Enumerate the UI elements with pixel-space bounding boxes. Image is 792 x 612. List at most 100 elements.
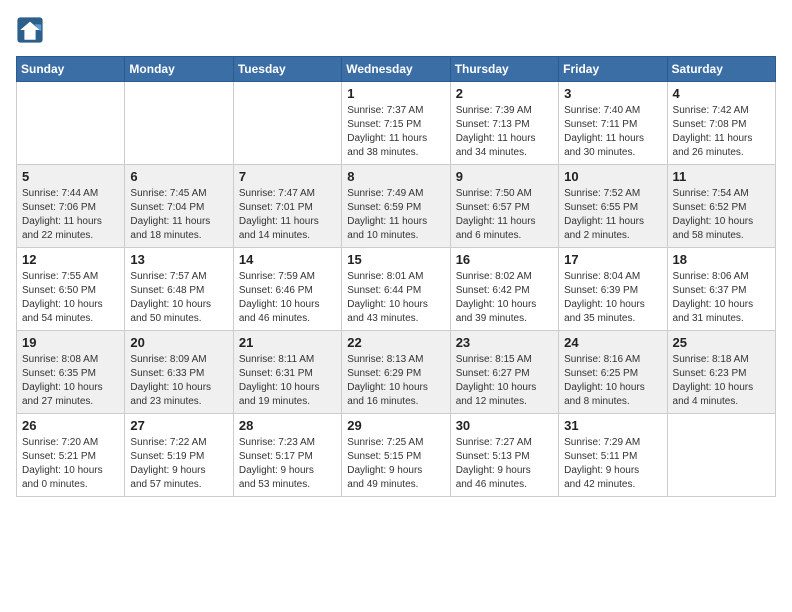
day-info: Sunrise: 7:37 AM Sunset: 7:15 PM Dayligh… <box>347 104 444 160</box>
day-info: Sunrise: 8:15 AM Sunset: 6:27 PM Dayligh… <box>456 353 553 409</box>
day-info: Sunrise: 7:57 AM Sunset: 6:48 PM Dayligh… <box>130 270 227 326</box>
day-number: 21 <box>239 335 336 350</box>
day-info: Sunrise: 7:22 AM Sunset: 5:19 PM Dayligh… <box>130 436 227 492</box>
day-info: Sunrise: 7:54 AM Sunset: 6:52 PM Dayligh… <box>673 187 770 243</box>
day-number: 4 <box>673 86 770 101</box>
weekday-header-saturday: Saturday <box>667 57 775 82</box>
day-info: Sunrise: 7:29 AM Sunset: 5:11 PM Dayligh… <box>564 436 661 492</box>
page-header <box>16 16 776 44</box>
calendar-cell: 6 Sunrise: 7:45 AM Sunset: 7:04 PM Daylig… <box>125 165 233 248</box>
calendar-cell: 25 Sunrise: 8:18 AM Sunset: 6:23 PM Dayli… <box>667 331 775 414</box>
calendar-cell: 12Sunrise: 7:55 AM Sunset: 6:50 PM Dayli… <box>17 248 125 331</box>
day-info: Sunrise: 7:40 AM Sunset: 7:11 PM Dayligh… <box>564 104 661 160</box>
day-info: Sunrise: 7:45 AM Sunset: 7:04 PM Dayligh… <box>130 187 227 243</box>
calendar-cell: 14 Sunrise: 7:59 AM Sunset: 6:46 PM Dayli… <box>233 248 341 331</box>
calendar-cell: 29 Sunrise: 7:25 AM Sunset: 5:15 PM Dayli… <box>342 414 450 497</box>
logo <box>16 16 46 44</box>
day-number: 6 <box>130 169 227 184</box>
day-info: Sunrise: 7:47 AM Sunset: 7:01 PM Dayligh… <box>239 187 336 243</box>
day-number: 31 <box>564 418 661 433</box>
calendar-cell: 9 Sunrise: 7:50 AM Sunset: 6:57 PM Daylig… <box>450 165 558 248</box>
day-number: 30 <box>456 418 553 433</box>
calendar-cell: 23 Sunrise: 8:15 AM Sunset: 6:27 PM Dayli… <box>450 331 558 414</box>
day-info: Sunrise: 7:27 AM Sunset: 5:13 PM Dayligh… <box>456 436 553 492</box>
day-number: 14 <box>239 252 336 267</box>
calendar-cell: 8Sunrise: 7:49 AM Sunset: 6:59 PM Daylig… <box>342 165 450 248</box>
day-info: Sunrise: 8:11 AM Sunset: 6:31 PM Dayligh… <box>239 353 336 409</box>
day-number: 23 <box>456 335 553 350</box>
day-number: 17 <box>564 252 661 267</box>
day-number: 29 <box>347 418 444 433</box>
calendar-cell: 7 Sunrise: 7:47 AM Sunset: 7:01 PM Daylig… <box>233 165 341 248</box>
day-number: 2 <box>456 86 553 101</box>
day-info: Sunrise: 8:08 AM Sunset: 6:35 PM Dayligh… <box>22 353 119 409</box>
day-number: 7 <box>239 169 336 184</box>
day-number: 27 <box>130 418 227 433</box>
day-number: 13 <box>130 252 227 267</box>
day-number: 8 <box>347 169 444 184</box>
calendar-table: SundayMondayTuesdayWednesdayThursdayFrid… <box>16 56 776 497</box>
day-number: 22 <box>347 335 444 350</box>
calendar-cell: 26 Sunrise: 7:20 AM Sunset: 5:21 PM Dayli… <box>17 414 125 497</box>
day-number: 19 <box>22 335 119 350</box>
day-info: Sunrise: 8:02 AM Sunset: 6:42 PM Dayligh… <box>456 270 553 326</box>
calendar-cell: 16 Sunrise: 8:02 AM Sunset: 6:42 PM Dayli… <box>450 248 558 331</box>
calendar-cell: 24 Sunrise: 8:16 AM Sunset: 6:25 PM Dayli… <box>559 331 667 414</box>
day-number: 12 <box>22 252 119 267</box>
day-number: 3 <box>564 86 661 101</box>
day-number: 20 <box>130 335 227 350</box>
day-info: Sunrise: 8:09 AM Sunset: 6:33 PM Dayligh… <box>130 353 227 409</box>
day-number: 18 <box>673 252 770 267</box>
weekday-header-wednesday: Wednesday <box>342 57 450 82</box>
weekday-header-monday: Monday <box>125 57 233 82</box>
calendar-cell: 4 Sunrise: 7:42 AM Sunset: 7:08 PM Daylig… <box>667 82 775 165</box>
day-number: 9 <box>456 169 553 184</box>
calendar-week-1: 1 Sunrise: 7:37 AM Sunset: 7:15 PM Daylig… <box>17 82 776 165</box>
calendar-cell <box>233 82 341 165</box>
day-info: Sunrise: 8:18 AM Sunset: 6:23 PM Dayligh… <box>673 353 770 409</box>
day-info: Sunrise: 8:06 AM Sunset: 6:37 PM Dayligh… <box>673 270 770 326</box>
day-info: Sunrise: 8:13 AM Sunset: 6:29 PM Dayligh… <box>347 353 444 409</box>
calendar-cell <box>125 82 233 165</box>
calendar-cell: 15 Sunrise: 8:01 AM Sunset: 6:44 PM Dayli… <box>342 248 450 331</box>
day-info: Sunrise: 7:20 AM Sunset: 5:21 PM Dayligh… <box>22 436 119 492</box>
calendar-cell: 27 Sunrise: 7:22 AM Sunset: 5:19 PM Dayli… <box>125 414 233 497</box>
calendar-cell: 13 Sunrise: 7:57 AM Sunset: 6:48 PM Dayli… <box>125 248 233 331</box>
day-info: Sunrise: 8:01 AM Sunset: 6:44 PM Dayligh… <box>347 270 444 326</box>
day-number: 24 <box>564 335 661 350</box>
calendar-cell: 11 Sunrise: 7:54 AM Sunset: 6:52 PM Dayli… <box>667 165 775 248</box>
day-number: 1 <box>347 86 444 101</box>
day-info: Sunrise: 7:59 AM Sunset: 6:46 PM Dayligh… <box>239 270 336 326</box>
calendar-cell: 20 Sunrise: 8:09 AM Sunset: 6:33 PM Dayli… <box>125 331 233 414</box>
day-number: 25 <box>673 335 770 350</box>
calendar-week-4: 19 Sunrise: 8:08 AM Sunset: 6:35 PM Dayli… <box>17 331 776 414</box>
day-number: 26 <box>22 418 119 433</box>
weekday-header-tuesday: Tuesday <box>233 57 341 82</box>
day-info: Sunrise: 7:50 AM Sunset: 6:57 PM Dayligh… <box>456 187 553 243</box>
calendar-cell: 17 Sunrise: 8:04 AM Sunset: 6:39 PM Dayli… <box>559 248 667 331</box>
day-number: 15 <box>347 252 444 267</box>
day-info: Sunrise: 8:16 AM Sunset: 6:25 PM Dayligh… <box>564 353 661 409</box>
weekday-header-thursday: Thursday <box>450 57 558 82</box>
day-info: Sunrise: 7:44 AM Sunset: 7:06 PM Dayligh… <box>22 187 119 243</box>
calendar-cell: 28Sunrise: 7:23 AM Sunset: 5:17 PM Dayli… <box>233 414 341 497</box>
calendar-week-2: 5Sunrise: 7:44 AM Sunset: 7:06 PM Daylig… <box>17 165 776 248</box>
weekday-header-sunday: Sunday <box>17 57 125 82</box>
day-info: Sunrise: 7:25 AM Sunset: 5:15 PM Dayligh… <box>347 436 444 492</box>
calendar-cell: 21 Sunrise: 8:11 AM Sunset: 6:31 PM Dayli… <box>233 331 341 414</box>
day-info: Sunrise: 8:04 AM Sunset: 6:39 PM Dayligh… <box>564 270 661 326</box>
calendar-cell: 31 Sunrise: 7:29 AM Sunset: 5:11 PM Dayli… <box>559 414 667 497</box>
weekday-header-friday: Friday <box>559 57 667 82</box>
calendar-cell <box>667 414 775 497</box>
calendar-cell: 1 Sunrise: 7:37 AM Sunset: 7:15 PM Daylig… <box>342 82 450 165</box>
calendar-cell: 22 Sunrise: 8:13 AM Sunset: 6:29 PM Dayli… <box>342 331 450 414</box>
calendar-cell: 2 Sunrise: 7:39 AM Sunset: 7:13 PM Daylig… <box>450 82 558 165</box>
calendar-header-row: SundayMondayTuesdayWednesdayThursdayFrid… <box>17 57 776 82</box>
calendar-cell: 19 Sunrise: 8:08 AM Sunset: 6:35 PM Dayli… <box>17 331 125 414</box>
calendar-cell: 30 Sunrise: 7:27 AM Sunset: 5:13 PM Dayli… <box>450 414 558 497</box>
calendar-cell: 3 Sunrise: 7:40 AM Sunset: 7:11 PM Daylig… <box>559 82 667 165</box>
day-number: 11 <box>673 169 770 184</box>
day-info: Sunrise: 7:42 AM Sunset: 7:08 PM Dayligh… <box>673 104 770 160</box>
day-number: 16 <box>456 252 553 267</box>
day-info: Sunrise: 7:39 AM Sunset: 7:13 PM Dayligh… <box>456 104 553 160</box>
